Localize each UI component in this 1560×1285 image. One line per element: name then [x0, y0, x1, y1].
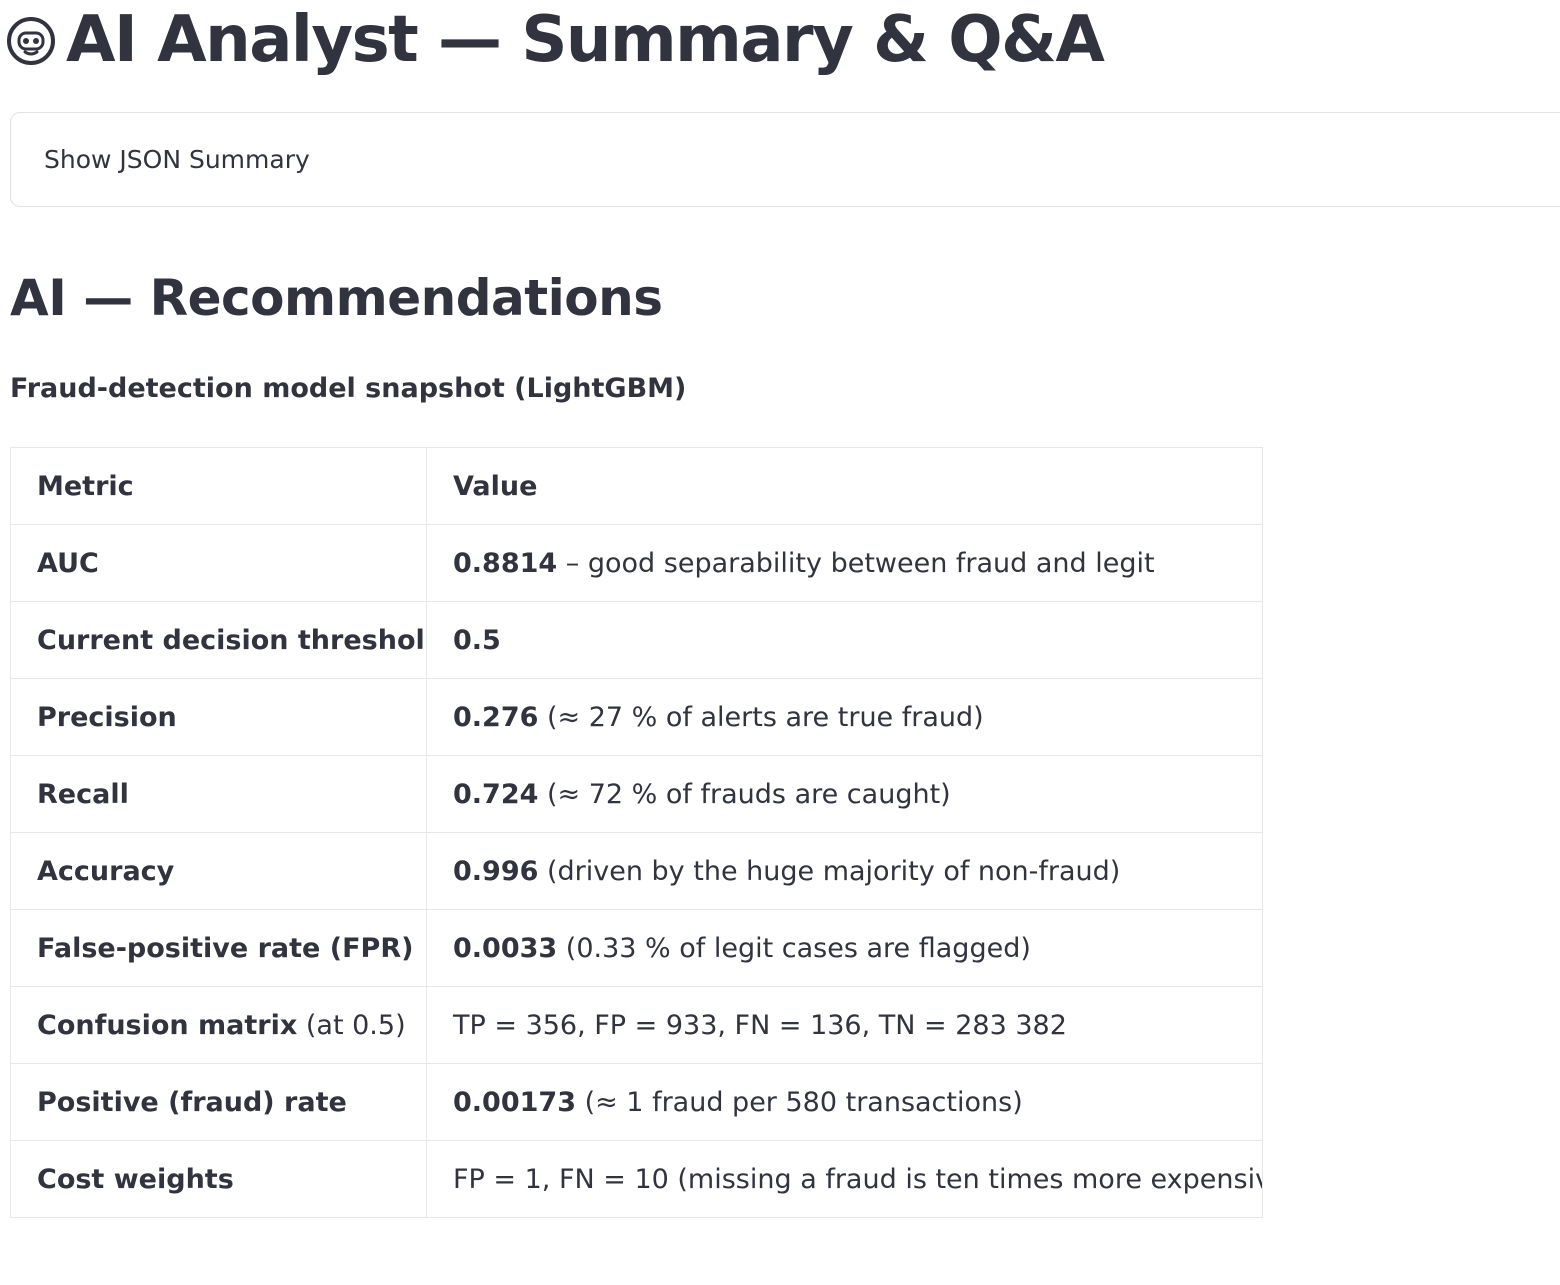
metric-name: Confusion matrix	[37, 1009, 298, 1041]
value-cell: 0.5	[426, 601, 1263, 679]
table-row: False‑positive rate (FPR) 0.0033 (0.33 % …	[10, 909, 1263, 987]
metric-cell: Accuracy	[10, 832, 427, 910]
table-row: AUC 0.8814 – good separability between fr…	[10, 524, 1263, 602]
metric-value: 0.724	[453, 778, 539, 810]
value-cell: 0.724 (≈ 72 % of frauds are caught)	[426, 755, 1263, 833]
table-row: Recall 0.724 (≈ 72 % of frauds are caught…	[10, 755, 1263, 833]
section-heading: AI — Recommendations	[10, 269, 663, 327]
metric-value-note: TP = 356, FP = 933, FN = 136, TN = 283 3…	[453, 1009, 1067, 1041]
column-header-value: Value	[426, 447, 1263, 525]
value-cell: TP = 356, FP = 933, FN = 136, TN = 283 3…	[426, 986, 1263, 1064]
metric-value-note: (0.33 % of legit cases are flagged)	[557, 932, 1031, 964]
table-row: Current decision threshold 0.5	[10, 601, 1263, 679]
metrics-table-body: AUC 0.8814 – good separability between fr…	[10, 524, 1263, 1218]
metric-cell: Current decision threshold	[10, 601, 427, 679]
metric-cell: Precision	[10, 678, 427, 756]
column-header-metric: Metric	[10, 447, 427, 525]
app-page: AI Analyst — Summary & Q&A Show JSON Sum…	[0, 0, 1560, 1285]
metric-value-note: – good separability between fraud and le…	[557, 547, 1155, 579]
metric-cell: Confusion matrix (at 0.5)	[10, 986, 427, 1064]
metric-cell: AUC	[10, 524, 427, 602]
metric-value: 0.0033	[453, 932, 558, 964]
metric-name: False‑positive rate (FPR)	[37, 932, 414, 964]
table-row: Accuracy 0.996 (driven by the huge majori…	[10, 832, 1263, 910]
metric-name: Cost weights	[37, 1163, 234, 1195]
robot-face-icon	[6, 16, 56, 66]
table-row: Cost weights FP = 1, FN = 10 (missing a f…	[10, 1140, 1263, 1218]
metrics-table: Metric Value AUC 0.8814 – good separabili…	[10, 447, 1263, 1218]
metric-name: Accuracy	[37, 855, 175, 887]
value-cell: 0.276 (≈ 27 % of alerts are true fraud)	[426, 678, 1263, 756]
metric-value: 0.5	[453, 624, 501, 656]
metric-name: Positive (fraud) rate	[37, 1086, 347, 1118]
table-row: Confusion matrix (at 0.5) TP = 356, FP = …	[10, 986, 1263, 1064]
metric-cell: Recall	[10, 755, 427, 833]
metric-value: 0.8814	[453, 547, 558, 579]
page-title: AI Analyst — Summary & Q&A	[66, 3, 1105, 77]
metric-value: 0.00173	[453, 1086, 576, 1118]
value-cell: 0.996 (driven by the huge majority of no…	[426, 832, 1263, 910]
expander-label[interactable]: Show JSON Summary	[44, 144, 310, 176]
metric-name: Precision	[37, 701, 177, 733]
metric-value-note: (≈ 72 % of frauds are caught)	[538, 778, 951, 810]
table-row: Precision 0.276 (≈ 27 % of alerts are tru…	[10, 678, 1263, 756]
snapshot-caption: Fraud-detection model snapshot (LightGBM…	[10, 373, 687, 404]
json-summary-expander[interactable]: Show JSON Summary	[10, 112, 1560, 207]
title-row: AI Analyst — Summary & Q&A	[6, 0, 1105, 80]
value-cell: 0.8814 – good separability between fraud…	[426, 524, 1263, 602]
metric-name: Recall	[37, 778, 129, 810]
metric-value-note: (≈ 1 fraud per 580 transactions)	[575, 1086, 1023, 1118]
value-cell: 0.00173 (≈ 1 fraud per 580 transactions)	[426, 1063, 1263, 1141]
metric-value: 0.996	[453, 855, 539, 887]
metric-cell: Positive (fraud) rate	[10, 1063, 427, 1141]
metric-cell: Cost weights	[10, 1140, 427, 1218]
table-header-row: Metric Value	[10, 447, 1263, 525]
table-row: Positive (fraud) rate 0.00173 (≈ 1 fraud …	[10, 1063, 1263, 1141]
metric-note: (at 0.5)	[297, 1009, 406, 1041]
metric-value-note: FP = 1, FN = 10 (missing a fraud is ten …	[453, 1163, 1263, 1195]
metric-value-note: (≈ 27 % of alerts are true fraud)	[538, 701, 984, 733]
value-cell: FP = 1, FN = 10 (missing a fraud is ten …	[426, 1140, 1263, 1218]
metric-name: Current decision threshold	[37, 624, 427, 656]
value-cell: 0.0033 (0.33 % of legit cases are flagge…	[426, 909, 1263, 987]
metric-name: AUC	[37, 547, 99, 579]
metric-value: 0.276	[453, 701, 539, 733]
metric-value-note: (driven by the huge majority of non‑frau…	[538, 855, 1121, 887]
metric-cell: False‑positive rate (FPR)	[10, 909, 427, 987]
